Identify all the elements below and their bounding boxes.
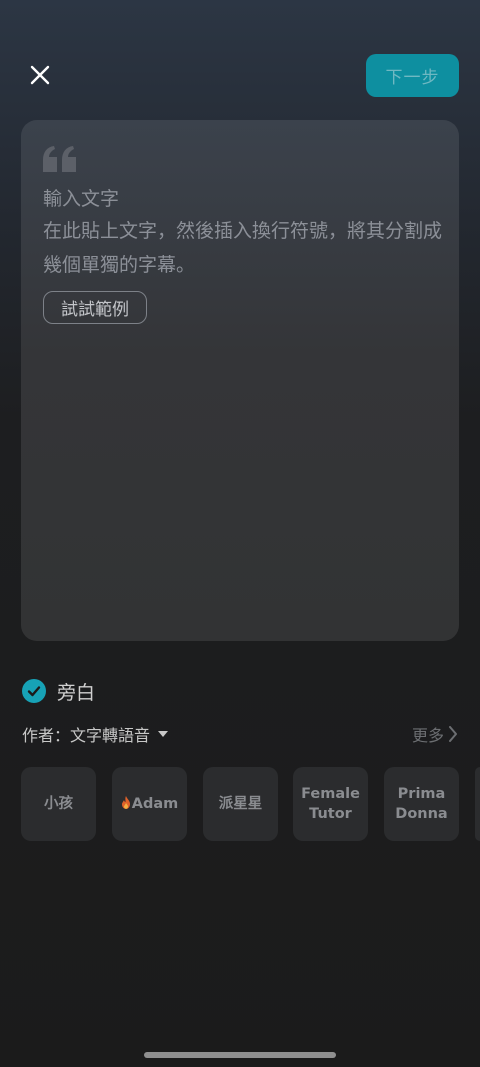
author-dropdown[interactable]: 作者：文字轉語音 (22, 723, 169, 745)
chevron-right-icon (449, 726, 457, 742)
quote-icon (43, 146, 76, 172)
more-voices-link[interactable]: 更多 (412, 723, 458, 745)
editor-hint: 在此貼上文字，然後插入換行符號，將其分割成幾個單獨的字幕。 (43, 220, 443, 276)
voice-tile[interactable]: Adam (112, 767, 187, 841)
fire-icon (121, 796, 130, 809)
voice-tile[interactable]: Female Tutor (293, 767, 368, 841)
more-label: 更多 (411, 726, 444, 745)
voice-label: Prima Donna (395, 786, 448, 822)
voice-tile[interactable]: 派星星 (203, 767, 278, 841)
voice-label: 派星星 (218, 796, 263, 812)
voice-tile[interactable]: 小孩 (21, 767, 96, 841)
narration-checkbox[interactable]: 旁白 (22, 678, 95, 704)
close-button[interactable] (22, 57, 58, 93)
voice-tile[interactable]: Prima Donna (384, 767, 459, 841)
close-icon (30, 65, 50, 85)
next-step-button[interactable]: 下一步 (366, 54, 459, 97)
voice-label: Female Tutor (301, 786, 360, 822)
author-label: 作者：文字轉語音 (22, 726, 151, 745)
home-indicator (144, 1052, 336, 1058)
try-sample-button[interactable]: 試試範例 (43, 291, 147, 324)
checkmark-icon (22, 679, 46, 703)
editor-title: 輸入文字 (43, 188, 120, 210)
voice-label: Adam (131, 796, 179, 812)
voice-label: 小孩 (44, 796, 73, 812)
caret-down-icon (158, 731, 169, 737)
voice-tile-partial[interactable] (475, 767, 480, 841)
narration-label: 旁白 (57, 681, 96, 704)
